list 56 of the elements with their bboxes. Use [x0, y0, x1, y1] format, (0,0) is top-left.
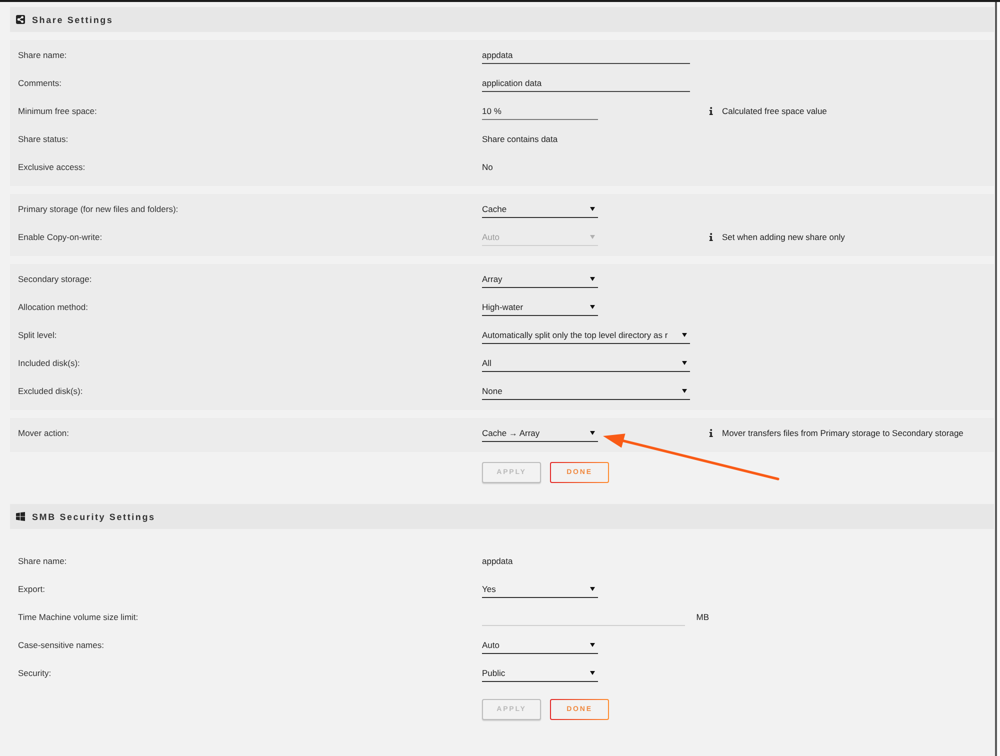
text-field[interactable]: appdata	[482, 46, 690, 64]
caret-icon	[682, 360, 687, 364]
field-label: Primary storage (for new files and folders):	[18, 204, 178, 214]
section-title: Share Settings	[32, 14, 114, 24]
section-title: SMB Security Settings	[32, 512, 156, 522]
field-label: Allocation method:	[18, 302, 88, 312]
caret-icon	[590, 642, 595, 646]
field-label: Time Machine volume size limit:	[18, 612, 138, 622]
info-icon	[709, 233, 713, 241]
field-value: appdata	[482, 556, 513, 566]
field-label: Share name:	[18, 556, 67, 566]
field-label: Included disk(s):	[18, 358, 80, 368]
unit-label: MB	[696, 612, 709, 622]
text-field[interactable]: 10 %	[482, 102, 598, 120]
dropdown-select[interactable]: Yes	[482, 580, 598, 598]
field-label: Case-sensitive names:	[18, 640, 104, 650]
dropdown-select[interactable]: Auto	[482, 636, 598, 654]
field-label: Mover action:	[18, 428, 70, 438]
caret-icon	[682, 388, 687, 392]
field-label: Share status:	[18, 134, 68, 144]
caret-icon	[590, 304, 595, 308]
dropdown-select[interactable]: Cache	[482, 200, 598, 218]
dropdown-select[interactable]: None	[482, 382, 690, 400]
field-label: Export:	[18, 584, 45, 594]
field-label: Enable Copy-on-write:	[18, 232, 102, 242]
field-value: No	[482, 162, 493, 172]
caret-icon	[590, 234, 595, 238]
dropdown-select[interactable]: Public	[482, 664, 598, 682]
dropdown-select[interactable]: Automatically split only the top level directory as r	[482, 326, 690, 344]
field-value: Share contains data	[482, 134, 558, 144]
help-text: Mover transfers files from Primary storage to Secondary storage	[722, 428, 964, 438]
field-label: Secondary storage:	[18, 274, 92, 284]
share-icon	[16, 15, 25, 24]
field-label: Security:	[18, 668, 52, 678]
dropdown-select[interactable]: All	[482, 354, 690, 372]
caret-icon	[590, 586, 595, 590]
caret-icon	[682, 332, 687, 336]
field-label: Minimum free space:	[18, 106, 97, 116]
windows-logo-icon	[16, 512, 25, 521]
help-text: Set when adding new share only	[722, 232, 845, 242]
field-label: Exclusive access:	[18, 162, 86, 172]
info-icon	[709, 107, 713, 115]
help-text: Calculated free space value	[722, 106, 827, 116]
field-label: Excluded disk(s):	[18, 386, 83, 396]
dropdown-select[interactable]: Array	[482, 270, 598, 288]
caret-icon	[590, 206, 595, 210]
caret-icon	[590, 430, 595, 434]
dropdown-select[interactable]: High-water	[482, 298, 598, 316]
text-field[interactable]: application data	[482, 74, 690, 92]
field-label: Share name:	[18, 50, 67, 60]
caret-icon	[590, 670, 595, 674]
field-label: Comments:	[18, 78, 62, 88]
field-label: Split level:	[18, 330, 57, 340]
info-icon	[709, 429, 713, 437]
caret-icon	[590, 276, 595, 280]
dropdown-select[interactable]: Cache → Array	[482, 424, 598, 442]
